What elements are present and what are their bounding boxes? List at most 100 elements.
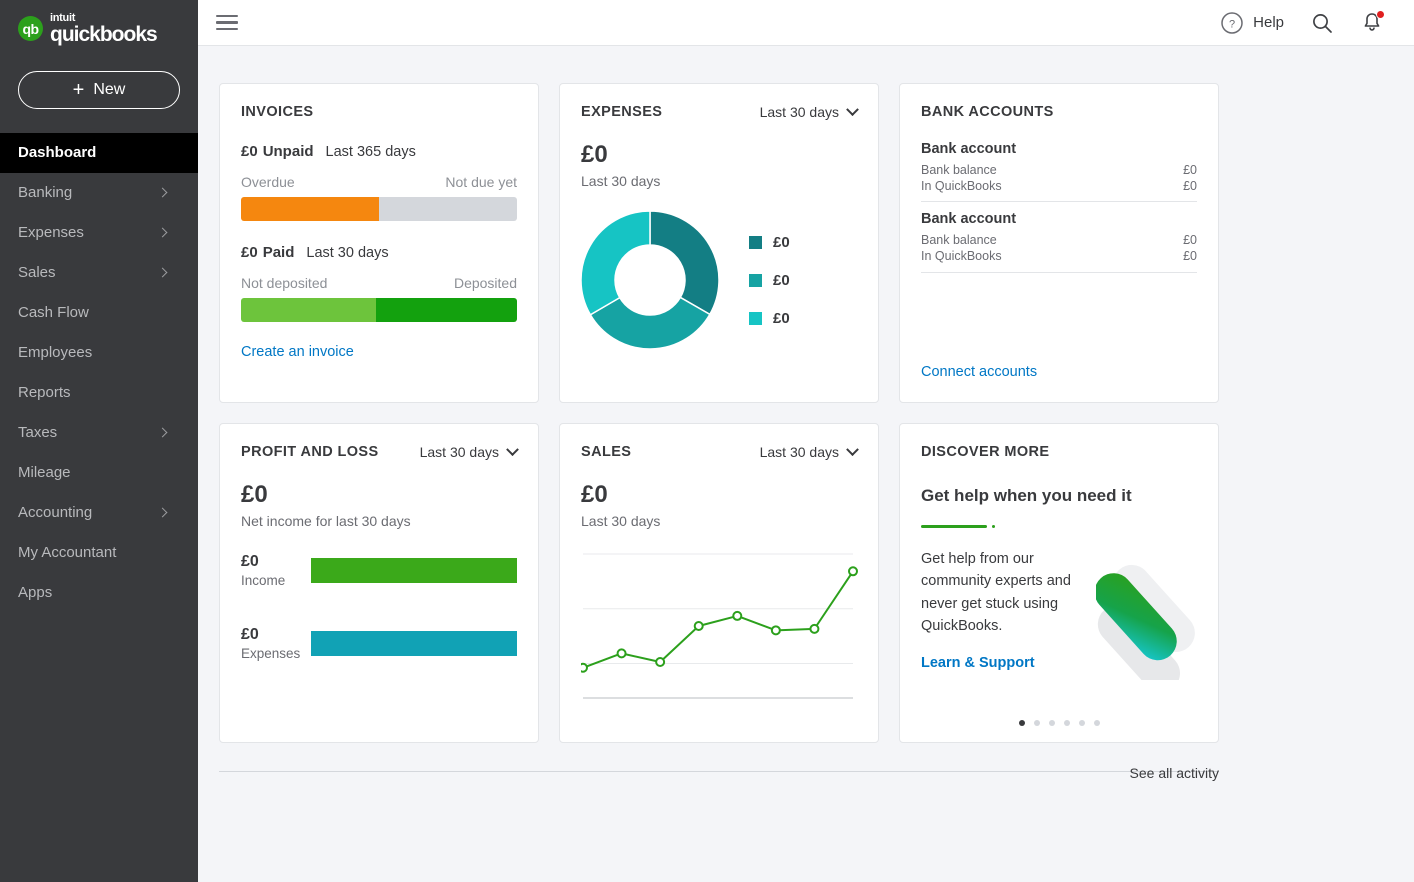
- sidebar-item-label: Dashboard: [18, 144, 97, 162]
- donut-segment[interactable]: [649, 211, 719, 316]
- top-bar-actions: ? Help: [1220, 9, 1385, 35]
- donut-segment[interactable]: [581, 211, 651, 316]
- invoices-paid-amount: £0: [241, 244, 258, 261]
- profit-loss-bar[interactable]: [311, 631, 517, 656]
- not-deposited-label: Not deposited: [241, 275, 328, 291]
- svg-text:?: ?: [1229, 18, 1235, 30]
- sidebar-item-banking[interactable]: Banking: [0, 173, 198, 213]
- sales-data-point[interactable]: [848, 566, 858, 577]
- expenses-amount: £0: [581, 141, 608, 168]
- sales-data-point[interactable]: [655, 657, 666, 667]
- sidebar-item-cash-flow[interactable]: Cash Flow: [0, 293, 198, 333]
- legend-swatch: [749, 311, 762, 325]
- help-label: Help: [1253, 14, 1284, 31]
- in-quickbooks-value: £0: [1183, 178, 1197, 193]
- sidebar-item-label: Apps: [18, 584, 53, 602]
- new-button[interactable]: + New: [18, 70, 180, 109]
- sidebar-item-taxes[interactable]: Taxes: [0, 413, 198, 453]
- invoices-paid-line: £0 Paid Last 30 days: [241, 244, 517, 261]
- sales-data-point[interactable]: [809, 623, 820, 634]
- profit-loss-bar-labels: £0 Income: [241, 553, 311, 588]
- app-root: qb intuit quickbooks + New Dashboard Bank…: [0, 0, 1414, 882]
- legend-item: £0: [749, 234, 790, 251]
- in-quickbooks-label: In QuickBooks: [921, 248, 1002, 263]
- sales-data-point[interactable]: [578, 662, 588, 673]
- bank-account-row[interactable]: Bank account Bank balance £0 In QuickBooks £…: [921, 132, 1197, 203]
- sidebar-item-label: Mileage: [18, 464, 71, 482]
- carousel-dot[interactable]: [1093, 720, 1100, 726]
- expenses-title: EXPENSES: [581, 104, 663, 120]
- deposited-label: Deposited: [453, 275, 517, 291]
- sidebar-item-label: Accounting: [18, 504, 93, 522]
- discover-header: DISCOVER MORE: [921, 444, 1197, 460]
- bank-account-row[interactable]: Bank account Bank balance £0 In QuickBooks £…: [921, 202, 1197, 273]
- sidebar-item-my-accountant[interactable]: My Accountant: [0, 533, 198, 573]
- learn-support-link[interactable]: Learn & Support: [921, 655, 1197, 671]
- notifications-button[interactable]: [1360, 9, 1385, 35]
- carousel-dot[interactable]: [1078, 720, 1085, 726]
- profit-loss-bar-value: £0: [241, 626, 259, 643]
- carousel-dot[interactable]: [1048, 720, 1055, 726]
- bank-account-name: Bank account: [921, 141, 1017, 157]
- bank-accounts-list: Bank account Bank balance £0 In QuickBooks £…: [921, 132, 1197, 273]
- chevron-down-icon: [846, 442, 859, 456]
- quickbooks-label: quickbooks: [50, 23, 158, 46]
- see-all-activity-link[interactable]: See all activity: [1130, 765, 1219, 781]
- sales-data-point[interactable]: [693, 621, 704, 631]
- help-button[interactable]: ? Help: [1220, 11, 1284, 35]
- carousel-dot[interactable]: [1063, 720, 1070, 726]
- sidebar-item-apps[interactable]: Apps: [0, 573, 198, 613]
- hamburger-icon[interactable]: [216, 11, 238, 35]
- profit-loss-header: PROFIT AND LOSS Last 30 days: [241, 442, 519, 460]
- bank-accounts-header: BANK ACCOUNTS: [921, 104, 1197, 120]
- create-invoice-link[interactable]: Create an invoice: [241, 344, 517, 360]
- in-quickbooks-line: In QuickBooks £0: [921, 249, 1197, 265]
- carousel-dot[interactable]: [1033, 720, 1040, 726]
- brand-logo[interactable]: qb intuit quickbooks: [0, 0, 198, 45]
- legend-swatch: [749, 273, 762, 287]
- invoices-unpaid-bar[interactable]: [241, 197, 517, 221]
- invoices-card: INVOICES £0 Unpaid Last 365 days Overdue…: [219, 83, 539, 403]
- not-due-label: Not due yet: [445, 174, 517, 190]
- sales-data-point[interactable]: [616, 648, 627, 659]
- bank-balance-line: Bank balance £0: [921, 233, 1197, 249]
- sidebar-item-accounting[interactable]: Accounting: [0, 493, 198, 533]
- sales-data-point[interactable]: [770, 625, 781, 636]
- expenses-donut-chart[interactable]: [581, 211, 719, 349]
- expenses-period-dropdown[interactable]: Last 30 days: [760, 102, 859, 120]
- carousel-dot[interactable]: [1018, 720, 1025, 726]
- question-circle-icon: ?: [1221, 11, 1243, 34]
- in-quickbooks-line: In QuickBooks £0: [921, 179, 1197, 195]
- profit-loss-card: PROFIT AND LOSS Last 30 days £0 Net inco…: [219, 423, 539, 743]
- legend-item: £0: [749, 272, 790, 289]
- invoices-unpaid-bar-labels: Overdue Not due yet: [241, 174, 517, 190]
- expenses-legend: £0 £0 £0: [749, 234, 790, 327]
- new-button-label: New: [93, 80, 126, 98]
- sidebar-item-label: Taxes: [18, 424, 58, 442]
- sales-period-dropdown[interactable]: Last 30 days: [760, 442, 859, 460]
- sidebar-item-label: Expenses: [18, 224, 84, 242]
- connect-accounts-link[interactable]: Connect accounts: [921, 364, 1037, 380]
- sidebar-item-mileage[interactable]: Mileage: [0, 453, 198, 493]
- profit-loss-title: PROFIT AND LOSS: [241, 444, 379, 460]
- sales-data-point[interactable]: [732, 610, 743, 621]
- sidebar-item-employees[interactable]: Employees: [0, 333, 198, 373]
- legend-value: £0: [773, 233, 790, 251]
- sidebar-item-dashboard[interactable]: Dashboard: [0, 132, 198, 173]
- profit-loss-period-dropdown[interactable]: Last 30 days: [420, 442, 519, 460]
- invoices-unpaid-line: £0 Unpaid Last 365 days: [241, 143, 517, 160]
- discover-carousel-dots: [900, 720, 1218, 726]
- discover-title: DISCOVER MORE: [921, 444, 1050, 460]
- sidebar-item-expenses[interactable]: Expenses: [0, 213, 198, 253]
- invoices-paid-bar[interactable]: [241, 298, 517, 322]
- profit-loss-bar-value: £0: [241, 553, 259, 570]
- sidebar-item-label: Employees: [18, 344, 93, 362]
- profit-loss-bar-row: £0 Expenses: [241, 626, 517, 661]
- search-button[interactable]: [1310, 11, 1334, 35]
- profit-loss-bar[interactable]: [311, 558, 517, 583]
- sales-line-chart[interactable]: [578, 546, 859, 706]
- sidebar-item-sales[interactable]: Sales: [0, 253, 198, 293]
- discover-body: Get help from our community experts and …: [921, 550, 1071, 635]
- sidebar-item-reports[interactable]: Reports: [0, 373, 198, 413]
- chevron-right-icon: [157, 507, 168, 518]
